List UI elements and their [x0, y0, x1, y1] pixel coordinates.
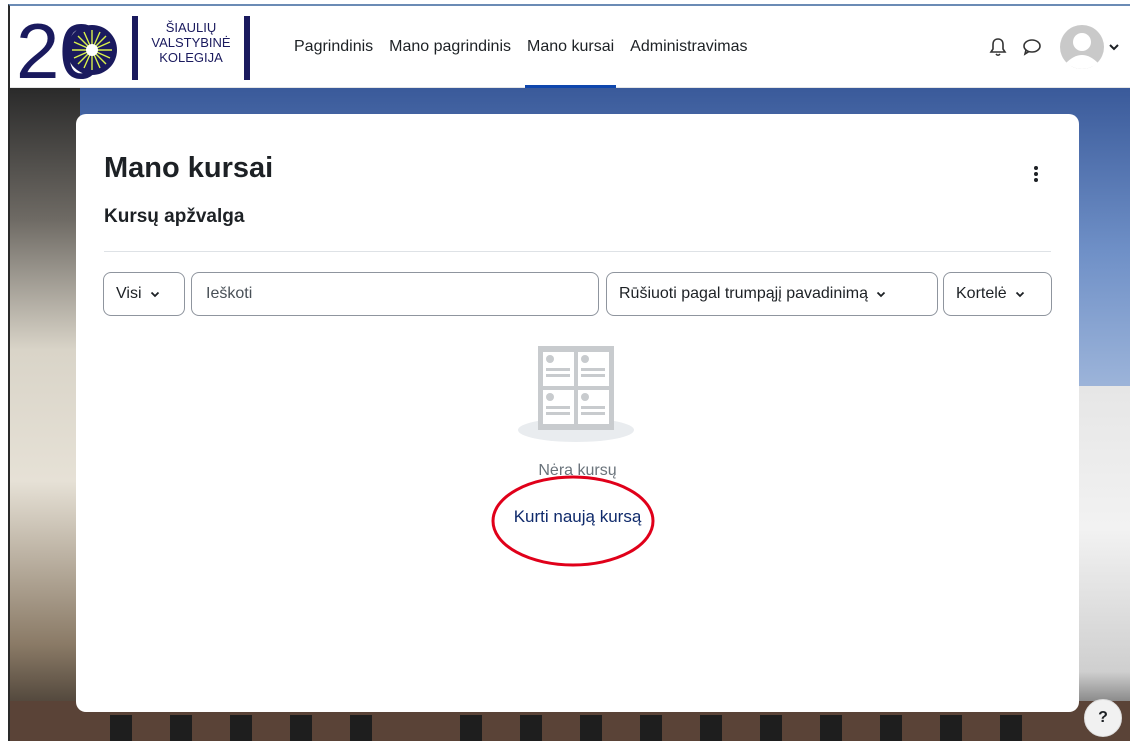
background-windows — [110, 715, 1022, 741]
course-search-input[interactable]: Ieškoti — [191, 272, 599, 316]
search-placeholder: Ieškoti — [206, 285, 253, 302]
logo-line-2: VALSTYBINĖ — [151, 35, 231, 50]
messages-button[interactable] — [1018, 33, 1046, 61]
chevron-down-icon — [1109, 44, 1119, 51]
sort-dropdown[interactable]: Rūšiuoti pagal trumpąjį pavadinimą — [606, 272, 938, 316]
grouping-dropdown[interactable]: Visi — [103, 272, 185, 316]
section-divider — [104, 251, 1051, 252]
view-dropdown[interactable]: Kortelė — [943, 272, 1052, 316]
notifications-button[interactable] — [984, 33, 1012, 61]
primary-navigation: Pagrindinis Mano pagrindinis Mano kursai… — [292, 6, 762, 88]
nav-item-mano-pagrindinis[interactable]: Mano pagrindinis — [387, 6, 513, 88]
background-building-left — [10, 88, 80, 741]
chevron-down-icon — [876, 291, 886, 297]
site-logo[interactable]: 20 ŠIAULIŲ VALSTYBINĖ KOLEGIJA — [16, 7, 256, 95]
course-filters: Visi Ieškoti Rūšiuoti pagal trumpąjį pav… — [103, 272, 1053, 316]
background-tower-right — [1070, 386, 1130, 741]
grouping-value: Visi — [116, 285, 142, 302]
chevron-down-icon — [150, 291, 159, 297]
logo-line-3: KOLEGIJA — [159, 50, 223, 65]
sort-value: Rūšiuoti pagal trumpąjį pavadinimą — [619, 285, 869, 302]
user-menu-toggle[interactable] — [1060, 25, 1120, 69]
page-title: Mano kursai — [104, 152, 274, 184]
nav-item-pagrindinis[interactable]: Pagrindinis — [292, 6, 375, 88]
section-title: Kursų apžvalga — [104, 206, 245, 227]
chevron-down-icon — [1015, 291, 1024, 297]
nav-item-mano-kursai[interactable]: Mano kursai — [525, 6, 617, 88]
chat-bubble-icon — [1023, 39, 1041, 56]
my-courses-card: Mano kursai Kursų apžvalga Visi Ieškoti … — [76, 114, 1079, 712]
bell-icon — [989, 38, 1007, 57]
app-window: 20 ŠIAULIŲ VALSTYBINĖ KOLEGIJA Pagrindin — [8, 4, 1130, 741]
logo-line-1: ŠIAULIŲ — [165, 20, 217, 35]
navbar-actions — [984, 6, 1130, 88]
user-avatar-icon — [1060, 25, 1104, 69]
kebab-menu-icon[interactable] — [1031, 164, 1041, 184]
highlight-circle-annotation — [491, 475, 655, 567]
nav-item-administravimas[interactable]: Administravimas — [628, 6, 749, 88]
top-navbar: 20 ŠIAULIŲ VALSTYBINĖ KOLEGIJA Pagrindin — [10, 6, 1130, 95]
view-value: Kortelė — [956, 285, 1007, 302]
help-button[interactable]: ? — [1084, 699, 1122, 737]
no-courses-illustration-icon — [518, 346, 634, 442]
